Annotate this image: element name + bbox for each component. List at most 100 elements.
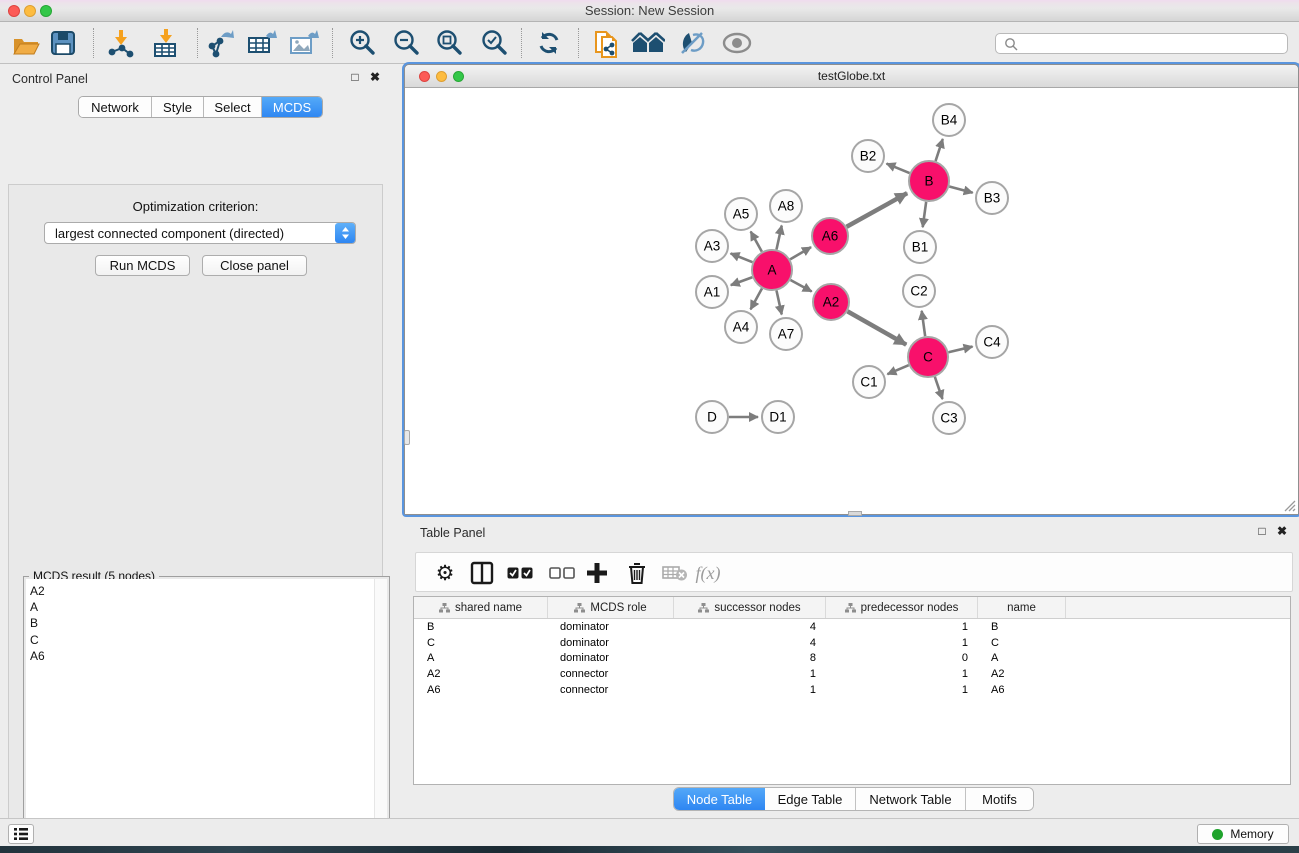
edge-A-A7[interactable] (776, 291, 781, 315)
zoom-out-icon[interactable] (388, 27, 424, 59)
node-C4[interactable]: C4 (976, 326, 1008, 358)
column-header-mcds-role[interactable]: MCDS role (548, 597, 674, 618)
show-columns-icon[interactable] (466, 557, 498, 589)
delete-column-trash-icon[interactable] (621, 557, 653, 589)
task-history-button[interactable] (8, 824, 34, 844)
node-A1[interactable]: A1 (696, 276, 728, 308)
node-C3[interactable]: C3 (933, 402, 965, 434)
edge-B-B2[interactable] (887, 164, 910, 173)
close-window-button[interactable] (8, 5, 20, 17)
table-row[interactable]: Cdominator41C (414, 635, 1290, 651)
result-item[interactable]: A2 (30, 583, 375, 599)
node-B2[interactable]: B2 (852, 140, 884, 172)
edge-A-A4[interactable] (751, 288, 762, 309)
add-column-icon[interactable] (581, 557, 613, 589)
show-graphics-details-icon[interactable] (719, 27, 755, 59)
table-settings-gear-icon[interactable]: ⚙ (429, 557, 461, 589)
tab-motifs[interactable]: Motifs (966, 788, 1033, 810)
edge-C-C2[interactable] (922, 311, 925, 336)
node-A8[interactable]: A8 (770, 190, 802, 222)
node-B1[interactable]: B1 (904, 231, 936, 263)
node-A3[interactable]: A3 (696, 230, 728, 262)
node-B3[interactable]: B3 (976, 182, 1008, 214)
edge-A-A8[interactable] (776, 226, 781, 250)
edge-A-A3[interactable] (731, 253, 753, 262)
zoom-selected-icon[interactable] (476, 27, 512, 59)
run-mcds-button[interactable]: Run MCDS (95, 255, 190, 276)
deselect-all-columns-icon[interactable] (546, 557, 578, 589)
edge-A6-B[interactable] (847, 193, 908, 227)
result-item[interactable]: A6 (30, 648, 375, 664)
edge-C-C4[interactable] (948, 347, 972, 353)
hide-graphics-details-icon[interactable] (674, 27, 710, 59)
save-session-icon[interactable] (45, 27, 81, 59)
export-table-icon[interactable] (244, 27, 280, 59)
edge-C-C1[interactable] (887, 365, 908, 374)
edge-A-A2[interactable] (790, 280, 811, 291)
open-session-icon[interactable] (8, 27, 44, 59)
table-row[interactable]: A2connector11A2 (414, 666, 1290, 682)
edge-A2-C[interactable] (848, 311, 907, 344)
edge-B-B1[interactable] (923, 202, 926, 227)
zoom-fit-icon[interactable] (431, 27, 467, 59)
resize-grip-icon[interactable] (1283, 499, 1296, 512)
node-A2[interactable]: A2 (813, 284, 849, 320)
node-B[interactable]: B (909, 161, 949, 201)
export-image-icon[interactable] (286, 27, 322, 59)
tab-select[interactable]: Select (204, 97, 262, 117)
close-panel-icon[interactable]: ✖ (370, 70, 380, 84)
import-table-icon[interactable] (148, 27, 184, 59)
network-window-titlebar[interactable]: testGlobe.txt (405, 65, 1298, 88)
tab-edge-table[interactable]: Edge Table (765, 788, 856, 810)
float-panel-icon[interactable]: □ (351, 70, 358, 84)
delete-table-icon[interactable] (659, 557, 691, 589)
edge-C-C3[interactable] (935, 377, 943, 399)
import-network-icon[interactable] (103, 27, 139, 59)
tab-style[interactable]: Style (152, 97, 204, 117)
canvas-left-scroll-stub[interactable] (404, 430, 410, 445)
column-header-predecessor-nodes[interactable]: predecessor nodes (826, 597, 978, 618)
table-row[interactable]: Adominator80A (414, 650, 1290, 666)
minimize-window-button[interactable] (24, 5, 36, 17)
tab-network[interactable]: Network (79, 97, 152, 117)
network-zoom-button[interactable] (453, 71, 464, 82)
node-C1[interactable]: C1 (853, 366, 885, 398)
result-item[interactable]: C (30, 632, 375, 648)
close-table-panel-icon[interactable]: ✖ (1277, 524, 1287, 538)
node-A7[interactable]: A7 (770, 318, 802, 350)
tab-mcds[interactable]: MCDS (262, 97, 322, 117)
node-D[interactable]: D (696, 401, 728, 433)
network-canvas[interactable]: AA2A6BCA1A3A4A5A7A8B1B2B3B4C1C2C3C4DD1 (405, 88, 1298, 514)
node-A4[interactable]: A4 (725, 311, 757, 343)
edge-A-A6[interactable] (790, 247, 811, 259)
column-header-successor-nodes[interactable]: successor nodes (674, 597, 826, 618)
node-A[interactable]: A (752, 250, 792, 290)
table-row[interactable]: A6connector11A6 (414, 682, 1290, 698)
first-neighbors-icon[interactable] (630, 27, 666, 59)
search-input[interactable] (1018, 35, 1287, 52)
node-A5[interactable]: A5 (725, 198, 757, 230)
zoom-window-button[interactable] (40, 5, 52, 17)
edge-A-A5[interactable] (751, 231, 762, 251)
float-table-panel-icon[interactable]: □ (1258, 524, 1265, 538)
node-D1[interactable]: D1 (762, 401, 794, 433)
column-header-shared-name[interactable]: shared name (414, 597, 548, 618)
network-minimize-button[interactable] (436, 71, 447, 82)
node-C[interactable]: C (908, 337, 948, 377)
column-header-name[interactable]: name (978, 597, 1066, 618)
table-row[interactable]: Bdominator41B (414, 619, 1290, 635)
refresh-icon[interactable] (531, 27, 567, 59)
result-item[interactable]: B (30, 615, 375, 631)
tab-network-table[interactable]: Network Table (856, 788, 966, 810)
node-B4[interactable]: B4 (933, 104, 965, 136)
export-network-icon[interactable] (202, 27, 238, 59)
zoom-in-icon[interactable] (344, 27, 380, 59)
tab-node-table[interactable]: Node Table (674, 788, 765, 810)
edge-B-B3[interactable] (949, 186, 972, 192)
node-A6[interactable]: A6 (812, 218, 848, 254)
result-item[interactable]: A (30, 599, 375, 615)
criterion-dropdown[interactable]: largest connected component (directed) (44, 222, 356, 244)
result-scrollbar[interactable] (374, 579, 387, 853)
mcds-result-list[interactable]: A2ABCA6 (26, 579, 376, 853)
select-all-columns-icon[interactable] (504, 557, 536, 589)
